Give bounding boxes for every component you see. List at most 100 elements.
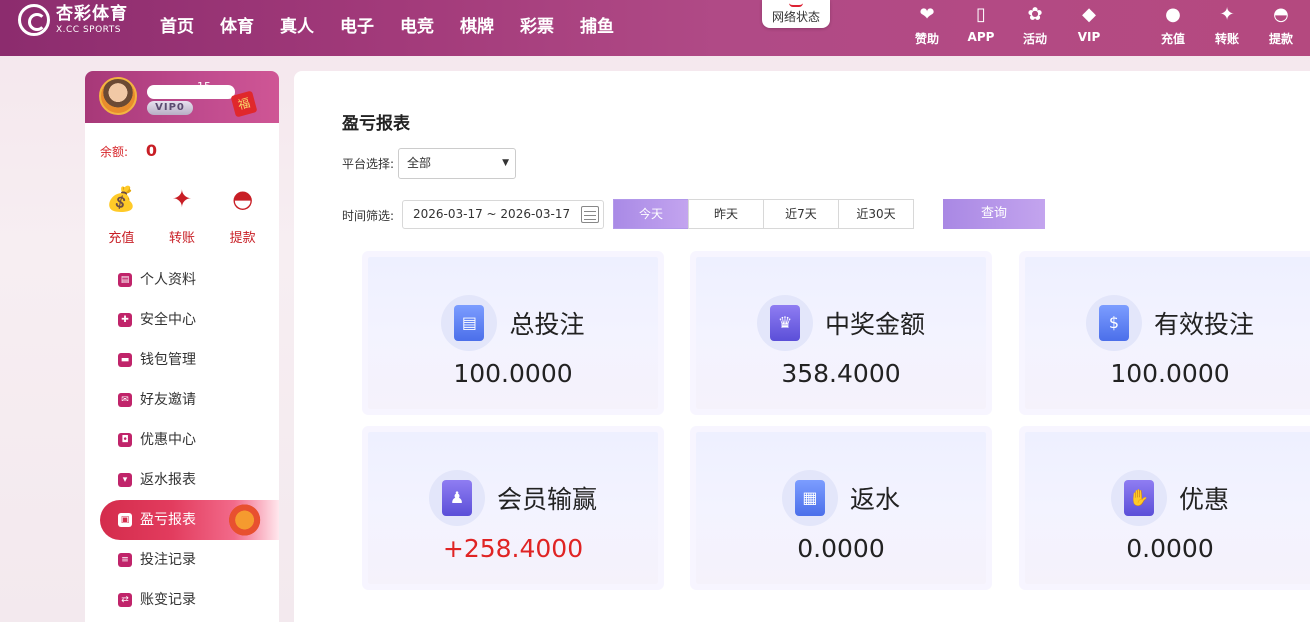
stat-label: 中奖金额 bbox=[824, 310, 925, 339]
top-actions-left: ❤ 赞助 ▯ APP ✿ 活动 ◆ VIP bbox=[900, 0, 1116, 56]
sidebar-item-transactions[interactable]: ⇄ 账变记录 bbox=[85, 580, 279, 620]
stat-value: 0.0000 bbox=[797, 534, 885, 563]
sidebar-item-profit-report[interactable]: ▣ 盈亏报表 bbox=[100, 500, 279, 540]
vip-button[interactable]: ◆ VIP bbox=[1062, 0, 1116, 56]
money-bag-icon: ● bbox=[1165, 4, 1181, 25]
query-button[interactable]: 查询 bbox=[943, 199, 1045, 229]
vip-badge: VIP0 bbox=[147, 101, 193, 115]
report-icon: ▣ bbox=[118, 513, 132, 527]
sidebar-item-bet-records[interactable]: ≡ 投注记录 bbox=[85, 540, 279, 580]
calendar-icon[interactable] bbox=[581, 206, 599, 223]
envelope-icon: ✉ bbox=[118, 393, 132, 407]
quick-range-group: 今天 昨天 近7天 近30天 bbox=[613, 199, 914, 229]
network-status-button[interactable]: 网络状态 bbox=[762, 0, 830, 28]
phone-icon: ▯ bbox=[976, 4, 986, 25]
nav-lottery[interactable]: 彩票 bbox=[520, 12, 554, 37]
app-button[interactable]: ▯ APP bbox=[954, 0, 1008, 56]
stat-card-member-win-loss: ♟ 会员输赢 +258.4000 bbox=[368, 432, 658, 584]
nav-fishing[interactable]: 捕鱼 bbox=[580, 12, 614, 37]
red-packet-icon[interactable]: 福 bbox=[230, 90, 258, 118]
exchange-icon: ⇄ bbox=[118, 593, 132, 607]
sidebar-menu: ▤ 个人资料 ✚ 安全中心 ▬ 钱包管理 ✉ 好友邀请 ◘ 优惠中心 ▾ 返水报… bbox=[85, 260, 279, 620]
brand-logo[interactable]: 杏彩体育 X.CC SPORTS bbox=[18, 4, 128, 36]
fan-icon: ◓ bbox=[1273, 4, 1289, 25]
profile-card-icon: ▤ bbox=[118, 273, 132, 287]
document-icon: ▤ bbox=[441, 295, 498, 351]
page-title: 盈亏报表 bbox=[342, 114, 410, 134]
nav-live[interactable]: 真人 bbox=[280, 12, 314, 37]
stat-label: 返水 bbox=[849, 485, 900, 514]
sidebar-deposit-button[interactable]: 💰 充值 bbox=[96, 181, 146, 246]
cash-receipt-icon: $ bbox=[1085, 295, 1142, 351]
wallet-icon: ▬ bbox=[118, 353, 132, 367]
shield-icon: ✚ bbox=[118, 313, 132, 327]
range-today-button[interactable]: 今天 bbox=[613, 199, 689, 229]
nav-slots[interactable]: 电子 bbox=[340, 12, 374, 37]
stat-value: 0.0000 bbox=[1126, 534, 1214, 563]
cup-icon: ▾ bbox=[118, 473, 132, 487]
stat-value: 358.4000 bbox=[781, 359, 901, 388]
profit-report-panel: 盈亏报表 平台选择: 全部 ▼ 时间筛选: 2026-03-17 ~ 2026-… bbox=[294, 71, 1310, 622]
diamond-icon: ◆ bbox=[1082, 4, 1096, 25]
logo-icon bbox=[18, 4, 50, 36]
sidebar-item-promotions[interactable]: ◘ 优惠中心 bbox=[85, 420, 279, 460]
nav-sports[interactable]: 体育 bbox=[220, 12, 254, 37]
stat-label: 总投注 bbox=[509, 310, 585, 339]
nav-esports[interactable]: 电竞 bbox=[400, 12, 434, 37]
hand-coin-icon: ✋ bbox=[1110, 470, 1167, 526]
time-filter-label: 时间筛选: bbox=[342, 209, 395, 223]
ticket-icon: ◘ bbox=[118, 433, 132, 447]
sidebar-item-security[interactable]: ✚ 安全中心 bbox=[85, 300, 279, 340]
balance: 余额: 0 bbox=[100, 141, 158, 160]
sponsor-button[interactable]: ❤ 赞助 bbox=[900, 0, 954, 56]
fan-icon: ◓ bbox=[232, 185, 254, 213]
username-mask bbox=[147, 85, 235, 99]
account-sidebar: 15 VIP0 福 余额: 0 💰 充值 ✦ 转账 ◓ 提款 ▤ 个人资料 ✚ … bbox=[85, 71, 279, 622]
sidebar-item-profile[interactable]: ▤ 个人资料 bbox=[85, 260, 279, 300]
username: 15 bbox=[197, 80, 211, 93]
sidebar-item-invite[interactable]: ✉ 好友邀请 bbox=[85, 380, 279, 420]
dragon-decoration-icon bbox=[227, 504, 271, 536]
sidebar-withdraw-button[interactable]: ◓ 提款 bbox=[218, 181, 268, 246]
stat-value: +258.4000 bbox=[442, 534, 584, 563]
stat-card-rebate: ▦ 返水 0.0000 bbox=[696, 432, 986, 584]
date-range-value: 2026-03-17 ~ 2026-03-17 bbox=[413, 207, 571, 221]
transfer-icon: ✦ bbox=[1219, 4, 1235, 25]
nav-chess[interactable]: 棋牌 bbox=[460, 12, 494, 37]
wallet-actions: 💰 充值 ✦ 转账 ◓ 提款 bbox=[85, 181, 279, 246]
transfer-button[interactable]: ✦ 转账 bbox=[1200, 0, 1254, 56]
trophy-receipt-icon: ♛ bbox=[756, 295, 813, 351]
platform-select[interactable]: 全部 ▼ bbox=[398, 148, 516, 179]
activity-button[interactable]: ✿ 活动 bbox=[1008, 0, 1062, 56]
stat-label: 优惠 bbox=[1178, 485, 1229, 514]
balance-value: 0 bbox=[145, 141, 159, 160]
balance-label: 余额: bbox=[100, 145, 129, 159]
range-7days-button[interactable]: 近7天 bbox=[763, 199, 839, 229]
top-actions-right: ● 充值 ✦ 转账 ◓ 提款 bbox=[1146, 0, 1308, 56]
stat-card-total-bet: ▤ 总投注 100.0000 bbox=[368, 257, 658, 409]
stat-label: 会员输赢 bbox=[496, 485, 597, 514]
stat-card-valid-bet: $ 有效投注 100.0000 bbox=[1025, 257, 1310, 409]
chevron-down-icon: ▼ bbox=[502, 158, 509, 168]
platform-label: 平台选择: bbox=[342, 157, 395, 171]
sidebar-item-wallet[interactable]: ▬ 钱包管理 bbox=[85, 340, 279, 380]
rebate-doc-icon: ▦ bbox=[781, 470, 838, 526]
sidebar-item-rebate-report[interactable]: ▾ 返水报表 bbox=[85, 460, 279, 500]
date-range-picker[interactable]: 2026-03-17 ~ 2026-03-17 bbox=[402, 200, 604, 229]
list-icon: ≡ bbox=[118, 553, 132, 567]
platform-select-value: 全部 bbox=[407, 156, 432, 170]
avatar[interactable] bbox=[99, 77, 137, 115]
heart-handshake-icon: ❤ bbox=[919, 4, 935, 25]
stat-label: 有效投注 bbox=[1153, 310, 1254, 339]
money-bag-icon: 💰 bbox=[106, 185, 137, 213]
deposit-button[interactable]: ● 充值 bbox=[1146, 0, 1200, 56]
stat-card-winnings: ♛ 中奖金额 358.4000 bbox=[696, 257, 986, 409]
withdraw-button[interactable]: ◓ 提款 bbox=[1254, 0, 1308, 56]
user-header: 15 VIP0 福 bbox=[85, 71, 279, 123]
top-navigation: 杏彩体育 X.CC SPORTS 首页 体育 真人 电子 电竞 棋牌 彩票 捕鱼… bbox=[0, 0, 1310, 56]
range-30days-button[interactable]: 近30天 bbox=[838, 199, 914, 229]
brand-name-cn: 杏彩体育 bbox=[56, 3, 128, 24]
range-yesterday-button[interactable]: 昨天 bbox=[688, 199, 764, 229]
nav-home[interactable]: 首页 bbox=[160, 12, 194, 37]
sidebar-transfer-button[interactable]: ✦ 转账 bbox=[157, 181, 207, 246]
